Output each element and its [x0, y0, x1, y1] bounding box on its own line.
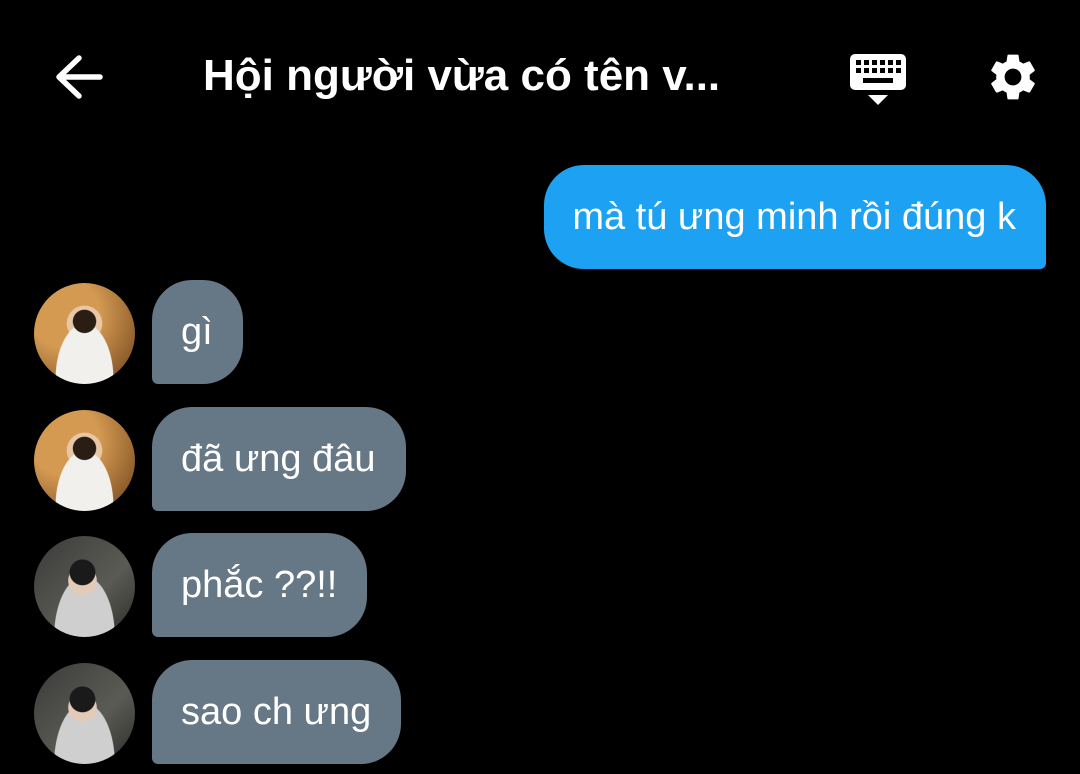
keyboard-hide-icon: [850, 54, 906, 105]
outgoing-message-bubble[interactable]: mà tú ưng minh rồi đúng k: [544, 165, 1046, 269]
avatar[interactable]: [34, 410, 135, 511]
arrow-left-icon: [56, 55, 103, 99]
settings-button[interactable]: [979, 44, 1047, 110]
avatar[interactable]: [34, 283, 135, 384]
incoming-message-bubble[interactable]: phắc ??!!: [152, 533, 368, 637]
incoming-message-bubble[interactable]: gì: [152, 280, 243, 384]
avatar[interactable]: [34, 536, 135, 637]
incoming-message-bubble[interactable]: đã ưng đâu: [152, 407, 406, 511]
chat-header: Hội người vừa có tên v...: [0, 0, 1080, 150]
gear-icon: [991, 54, 1035, 100]
incoming-message-bubble[interactable]: sao ch ưng: [152, 660, 402, 764]
avatar[interactable]: [34, 663, 135, 764]
keyboard-toggle-button[interactable]: [843, 44, 913, 110]
conversation-title[interactable]: Hội người vừa có tên v...: [203, 46, 803, 106]
message-list[interactable]: mà tú ưng minh rồi đúng k gì đã ưng đâu …: [0, 150, 1080, 774]
back-button[interactable]: [44, 45, 114, 109]
